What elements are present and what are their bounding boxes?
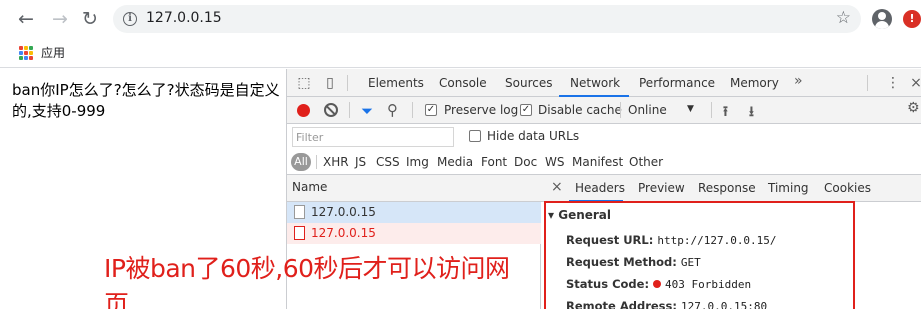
highlight-box (544, 201, 855, 309)
type-filter-font[interactable]: Font (481, 155, 507, 169)
request-row[interactable]: 127.0.0.15 (287, 202, 541, 223)
tab-headers[interactable]: Headers (575, 181, 625, 195)
request-name[interactable]: 127.0.0.15 (311, 226, 376, 240)
document-icon (294, 226, 305, 240)
type-filter-doc[interactable]: Doc (514, 155, 537, 169)
browser-toolbar: ← → ↻ i 127.0.0.15 ☆ ! (0, 0, 921, 38)
settings-gear-icon[interactable]: ⚙ (907, 100, 920, 116)
document-icon (294, 205, 305, 219)
type-filter-xhr[interactable]: XHR (323, 155, 349, 169)
separator (620, 102, 621, 118)
type-filter-manifest[interactable]: Manifest (572, 155, 623, 169)
import-har-icon[interactable]: ⭱ (723, 101, 728, 125)
tab-performance[interactable]: Performance (639, 76, 715, 90)
request-name[interactable]: 127.0.0.15 (311, 205, 376, 219)
clear-icon[interactable] (324, 103, 338, 117)
filter-row: Filter Hide data URLs (287, 124, 921, 150)
reload-icon[interactable]: ↻ (78, 7, 102, 31)
device-toggle-icon[interactable]: ▯ (321, 74, 339, 92)
separator (316, 155, 317, 169)
annotation-text: IP被ban了60秒,60秒后才可以访问网页 (104, 254, 510, 309)
record-icon[interactable] (297, 104, 310, 117)
throttle-select[interactable]: Online (628, 103, 667, 117)
tab-preview[interactable]: Preview (638, 181, 685, 195)
separator (412, 102, 413, 118)
tab-timing[interactable]: Timing (768, 181, 809, 195)
back-arrow-icon[interactable]: ← (14, 7, 38, 31)
site-info-icon[interactable]: i (123, 12, 137, 26)
address-bar[interactable]: i 127.0.0.15 ☆ (113, 5, 861, 33)
preserve-log-label: Preserve log (444, 103, 519, 117)
more-tabs-icon[interactable]: » (794, 73, 803, 89)
tab-response[interactable]: Response (698, 181, 756, 195)
bookmark-star-icon[interactable]: ☆ (836, 8, 851, 28)
type-filter-img[interactable]: Img (406, 155, 429, 169)
tab-sources[interactable]: Sources (505, 76, 552, 90)
export-har-icon[interactable]: ⭳ (749, 101, 754, 125)
search-icon[interactable]: ⚲ (387, 101, 398, 119)
type-filter-other[interactable]: Other (629, 155, 663, 169)
type-filter-ws[interactable]: WS (545, 155, 564, 169)
request-row[interactable]: 127.0.0.15 (287, 223, 541, 244)
update-badge-icon[interactable]: ! (903, 10, 921, 28)
page-body-text: ban你IP怎么了?怎么了?状态码是自定义的,支持0-999 (12, 81, 280, 120)
disable-cache-label: Disable cache (538, 103, 622, 117)
chevron-down-icon[interactable]: ▼ (687, 104, 694, 114)
filter-funnel-icon[interactable]: ⏷ (361, 102, 373, 120)
tab-network[interactable]: Network (570, 76, 620, 90)
type-filter-css[interactable]: CSS (376, 155, 400, 169)
preserve-log-checkbox[interactable]: ✓ (425, 104, 437, 116)
detail-tab-bar: × Headers Preview Response Timing Cookie… (541, 175, 921, 202)
devtools-tab-bar: ⬚ ▯ Elements Console Sources Network Per… (287, 69, 921, 97)
separator (711, 102, 712, 118)
tab-memory[interactable]: Memory (730, 76, 779, 90)
separator (347, 75, 348, 91)
name-column-header[interactable]: Name (287, 175, 541, 202)
close-detail-icon[interactable]: × (551, 179, 563, 195)
kebab-menu-icon[interactable]: ⋮ (884, 74, 902, 92)
tab-cookies[interactable]: Cookies (824, 181, 871, 195)
forward-arrow-icon[interactable]: → (48, 7, 72, 31)
url-text[interactable]: 127.0.0.15 (146, 10, 222, 26)
tab-elements[interactable]: Elements (368, 76, 424, 90)
disable-cache-checkbox[interactable]: ✓ (520, 104, 532, 116)
tab-console[interactable]: Console (439, 76, 487, 90)
inspect-element-icon[interactable]: ⬚ (295, 74, 313, 92)
filter-input[interactable]: Filter (292, 127, 454, 147)
network-toolbar: ⏷ ⚲ ✓ Preserve log ✓ Disable cache Onlin… (287, 97, 921, 124)
hide-data-urls-label: Hide data URLs (487, 129, 580, 143)
close-devtools-icon[interactable]: × (907, 74, 921, 92)
separator (867, 75, 868, 91)
bookmarks-bar: 应用 (0, 38, 921, 68)
type-filter-all[interactable]: All (291, 153, 311, 171)
apps-label[interactable]: 应用 (41, 44, 65, 61)
resource-type-filter: All XHR JS CSS Img Media Font Doc WS Man… (287, 150, 921, 175)
profile-avatar-icon[interactable] (872, 9, 892, 29)
hide-data-urls-checkbox[interactable] (469, 130, 481, 142)
type-filter-media[interactable]: Media (437, 155, 473, 169)
separator (349, 102, 350, 118)
type-filter-js[interactable]: JS (355, 155, 366, 169)
apps-grid-icon[interactable] (19, 46, 33, 60)
